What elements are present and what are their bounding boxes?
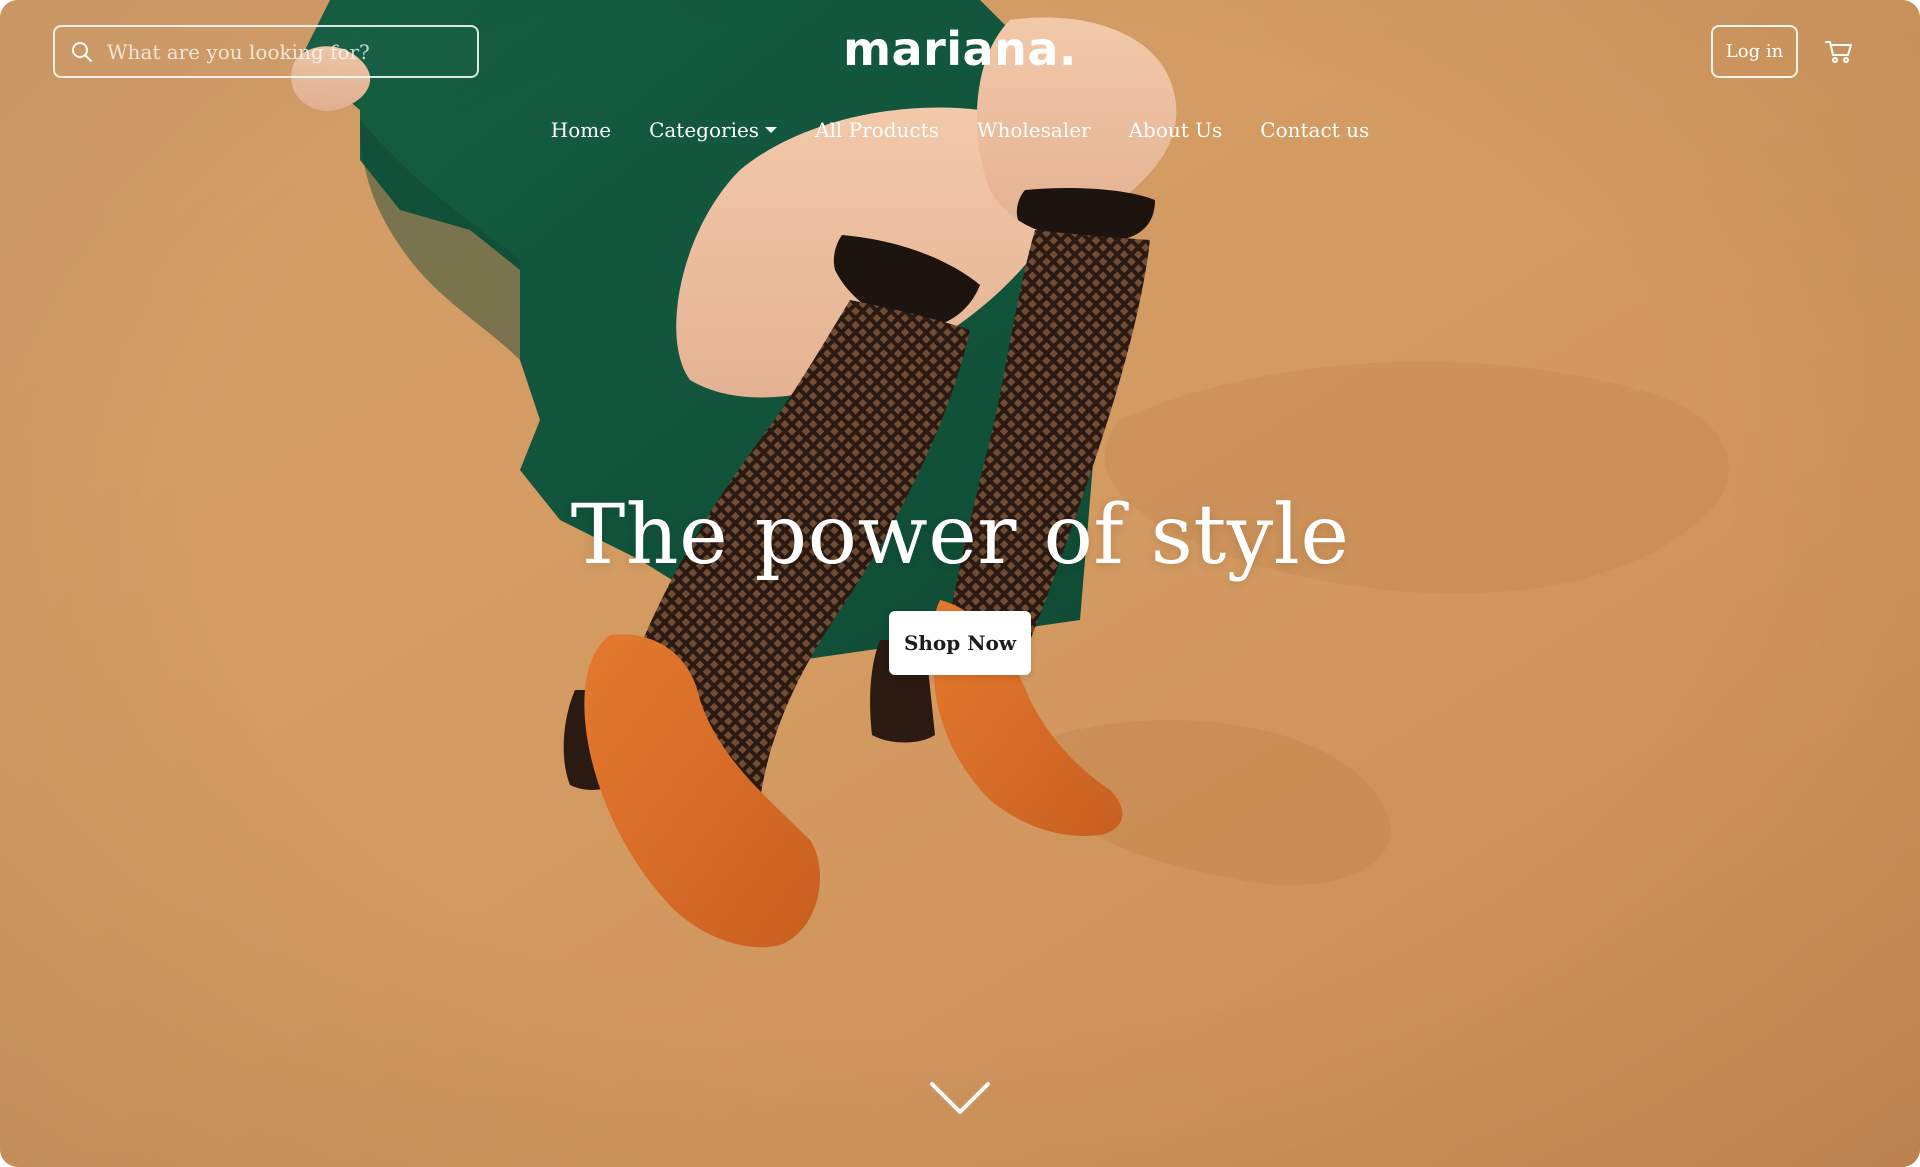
login-button[interactable]: Log in — [1711, 25, 1798, 78]
hero-photo — [0, 0, 1920, 1167]
cart-icon[interactable] — [1822, 36, 1856, 68]
hero-section: mariana. Log in Home Categories All Prod… — [0, 0, 1920, 1167]
hero-headline: The power of style — [570, 488, 1350, 583]
main-nav: Home Categories All Products Wholesaler … — [0, 118, 1920, 142]
shop-now-button[interactable]: Shop Now — [889, 611, 1031, 675]
chevron-down-icon[interactable] — [928, 1078, 992, 1118]
nav-item-label: About Us — [1128, 118, 1223, 142]
logo[interactable]: mariana. — [0, 22, 1920, 76]
nav-item-wholesaler[interactable]: Wholesaler — [977, 118, 1091, 142]
nav-item-label: Contact us — [1260, 118, 1370, 142]
nav-item-categories[interactable]: Categories — [649, 118, 778, 142]
nav-item-label: Wholesaler — [976, 118, 1091, 142]
caret-down-icon — [765, 127, 778, 133]
nav-item-label: Home — [550, 118, 612, 142]
nav-item-home[interactable]: Home — [551, 118, 611, 142]
nav-item-all-products[interactable]: All Products — [815, 118, 939, 142]
nav-item-label: All Products — [815, 118, 939, 142]
nav-item-about-us[interactable]: About Us — [1129, 118, 1223, 142]
nav-item-contact-us[interactable]: Contact us — [1260, 118, 1369, 142]
nav-item-label: Categories — [649, 118, 760, 142]
